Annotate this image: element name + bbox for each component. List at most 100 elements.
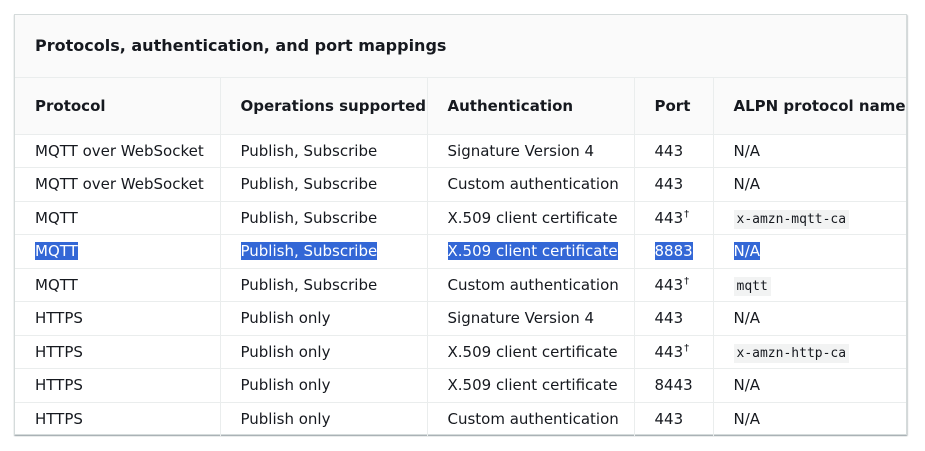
port-footnote-marker: † <box>684 342 690 354</box>
cell-protocol-text: MQTT over WebSocket <box>35 175 204 194</box>
table-row: MQTT Publish, Subscribe X.509 client certi… <box>15 234 906 269</box>
table-header-row: Protocol Operations supported Authentica… <box>15 78 906 135</box>
cell-protocol: HTTPS <box>15 368 221 403</box>
cell-alpn-text: N/A <box>733 141 761 160</box>
cell-alpn: x-amzn-mqtt-ca <box>713 201 906 235</box>
table-row: HTTPS Publish only X.509 client certificat… <box>15 335 906 369</box>
table-row: MQTT over WebSocket Publish, Subscribe Sig… <box>15 134 906 168</box>
protocols-table: Protocol Operations supported Authentica… <box>15 78 906 436</box>
cell-operations: Publish only <box>220 335 428 369</box>
cell-port: 443 <box>634 402 714 436</box>
cell-port-text: 443 <box>654 208 684 227</box>
column-header-operations: Operations supported <box>220 78 428 135</box>
cell-operations-text: Publish, Subscribe <box>240 208 378 227</box>
cell-protocol: MQTT over WebSocket <box>15 134 221 168</box>
cell-operations: Publish, Subscribe <box>220 268 428 302</box>
column-header-port: Port <box>634 78 714 135</box>
cell-protocol-text: MQTT <box>35 242 78 261</box>
cell-port: 8443 <box>634 368 714 403</box>
cell-authentication: Custom authentication <box>427 402 635 436</box>
cell-port: 443† <box>634 201 714 235</box>
cell-protocol: MQTT over WebSocket <box>15 167 221 202</box>
cell-alpn: N/A <box>713 234 906 269</box>
cell-authentication: X.509 client certificate <box>427 201 635 235</box>
cell-protocol-text: MQTT <box>35 275 78 294</box>
cell-authentication-text: X.509 client certificate <box>447 376 618 395</box>
cell-authentication-text: Custom authentication <box>447 175 619 194</box>
cell-alpn-text: x-amzn-mqtt-ca <box>733 209 850 229</box>
column-header-authentication: Authentication <box>427 78 635 135</box>
cell-authentication-text: Custom authentication <box>447 275 619 294</box>
cell-alpn-text: N/A <box>733 410 761 428</box>
cell-operations: Publish, Subscribe <box>220 201 428 235</box>
column-header-protocol: Protocol <box>15 78 221 135</box>
table-row: HTTPS Publish only Signature Version 4 443 N… <box>15 301 906 336</box>
cell-port-text: 443 <box>654 410 684 428</box>
cell-authentication-text: Signature Version 4 <box>447 141 595 160</box>
table-row: MQTT over WebSocket Publish, Subscribe Cus… <box>15 167 906 202</box>
cell-protocol-text: MQTT over WebSocket <box>35 141 204 160</box>
cell-alpn: N/A <box>713 134 906 168</box>
cell-operations: Publish only <box>220 402 428 436</box>
cell-protocol-text: HTTPS <box>35 342 83 361</box>
cell-port: 8883 <box>634 234 714 269</box>
cell-protocol: HTTPS <box>15 335 221 369</box>
cell-operations: Publish only <box>220 301 428 336</box>
table-row: HTTPS Publish only Custom authentication 44… <box>15 402 906 436</box>
cell-alpn-text: N/A <box>733 242 761 261</box>
table-row: MQTT Publish, Subscribe X.509 client certi… <box>15 201 906 235</box>
cell-authentication: X.509 client certificate <box>427 234 635 269</box>
cell-authentication-text: X.509 client certificate <box>447 208 618 227</box>
cell-alpn: N/A <box>713 402 906 436</box>
cell-alpn: N/A <box>713 368 906 403</box>
cell-operations: Publish, Subscribe <box>220 134 428 168</box>
cell-authentication: Signature Version 4 <box>427 134 635 168</box>
cell-operations-text: Publish, Subscribe <box>240 275 378 294</box>
cell-alpn: N/A <box>713 167 906 202</box>
cell-alpn: N/A <box>713 301 906 336</box>
cell-protocol: HTTPS <box>15 301 221 336</box>
table-row: HTTPS Publish only X.509 client certificat… <box>15 368 906 403</box>
cell-port-text: 443 <box>654 309 684 328</box>
cell-operations-text: Publish, Subscribe <box>240 175 378 194</box>
cell-operations: Publish, Subscribe <box>220 234 428 269</box>
cell-operations-text: Publish, Subscribe <box>240 141 378 160</box>
cell-authentication-text: Custom authentication <box>447 410 619 428</box>
cell-authentication-text: X.509 client certificate <box>447 342 618 361</box>
cell-port: 443† <box>634 335 714 369</box>
cell-operations-text: Publish only <box>240 410 331 428</box>
cell-alpn-text: N/A <box>733 309 761 328</box>
cell-port-text: 8883 <box>654 242 693 261</box>
cell-port: 443 <box>634 301 714 336</box>
cell-protocol-text: MQTT <box>35 208 78 227</box>
cell-protocol: MQTT <box>15 201 221 235</box>
cell-operations-text: Publish, Subscribe <box>240 242 378 261</box>
cell-protocol-text: HTTPS <box>35 410 83 428</box>
cell-authentication: Custom authentication <box>427 268 635 302</box>
cell-alpn: mqtt <box>713 268 906 302</box>
protocols-table-panel: Protocols, authentication, and port mapp… <box>14 14 907 436</box>
cell-port-text: 8443 <box>654 376 693 395</box>
cell-authentication-text: X.509 client certificate <box>447 242 618 261</box>
cell-alpn-text: x-amzn-http-ca <box>733 343 850 363</box>
cell-authentication-text: Signature Version 4 <box>447 309 595 328</box>
cell-port: 443† <box>634 268 714 302</box>
cell-operations: Publish only <box>220 368 428 403</box>
table-row: MQTT Publish, Subscribe Custom authenticat… <box>15 268 906 302</box>
cell-port-text: 443 <box>654 342 684 361</box>
cell-protocol: MQTT <box>15 234 221 269</box>
column-header-alpn: ALPN protocol name <box>713 78 906 135</box>
cell-authentication: Signature Version 4 <box>427 301 635 336</box>
cell-operations-text: Publish only <box>240 376 331 395</box>
cell-protocol-text: HTTPS <box>35 376 83 395</box>
port-footnote-marker: † <box>684 275 690 287</box>
cell-port-text: 443 <box>654 141 684 160</box>
cell-alpn: x-amzn-http-ca <box>713 335 906 369</box>
cell-operations: Publish, Subscribe <box>220 167 428 202</box>
cell-authentication: X.509 client certificate <box>427 335 635 369</box>
cell-alpn-text: N/A <box>733 376 761 395</box>
cell-protocol: HTTPS <box>15 402 221 436</box>
cell-authentication: Custom authentication <box>427 167 635 202</box>
table-body: MQTT over WebSocket Publish, Subscribe Sig… <box>15 134 906 436</box>
cell-authentication: X.509 client certificate <box>427 368 635 403</box>
